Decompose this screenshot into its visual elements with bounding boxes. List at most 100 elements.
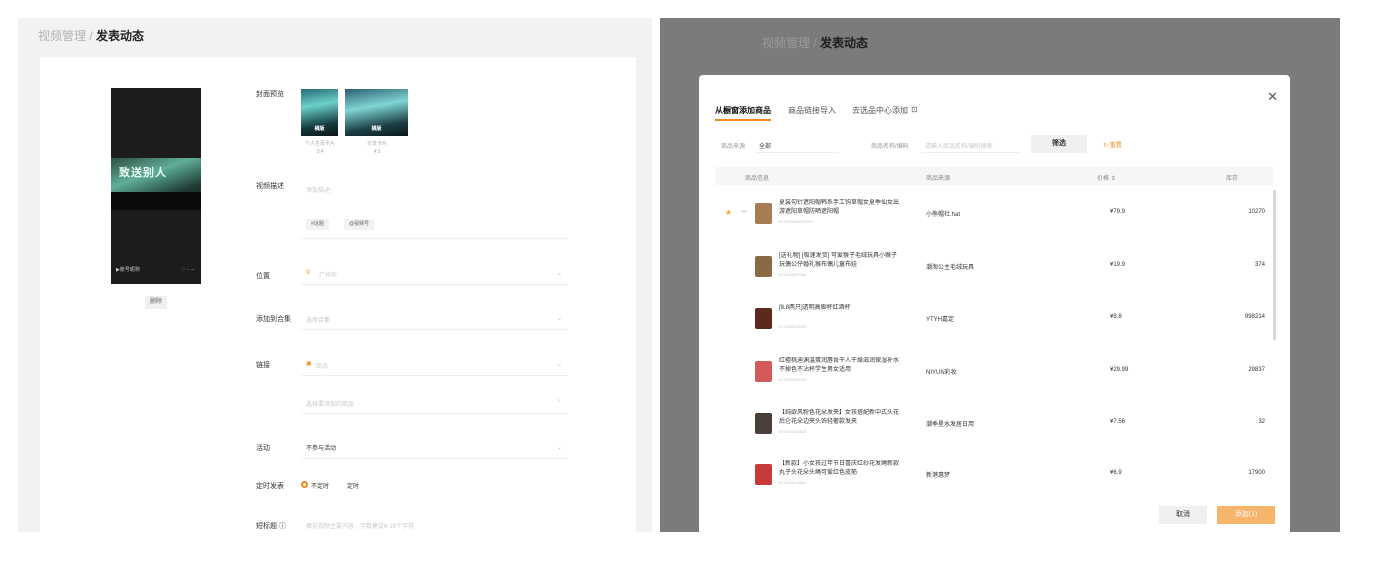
delete-video-button[interactable]: 删除 bbox=[145, 296, 167, 309]
product-thumb bbox=[755, 361, 772, 382]
radio-scheduled-label[interactable]: 定时 bbox=[347, 481, 359, 490]
collection-select[interactable]: 选择合集 ⌄ bbox=[302, 307, 568, 329]
bag-icon: ▣ bbox=[306, 361, 312, 367]
product-id: ID:1000018409 bbox=[779, 324, 807, 329]
product-name: 【纯欲风粉色花朵发夹】女孩搭配新中式头花后仑花朵边夹头饰轻奢款发夹 bbox=[779, 410, 899, 425]
product-picker-overlay: 视频管理 / 发表动态 ✕ 从橱窗添加商品 商品链接导入 去选品中心添加 ⊡ 商… bbox=[660, 18, 1340, 532]
product-thumb bbox=[755, 308, 772, 329]
cover-label: 封面预览 bbox=[256, 91, 284, 98]
desc-placeholder: 添加描述 bbox=[306, 188, 331, 194]
mention-button[interactable]: @视频号 bbox=[344, 219, 375, 230]
breadcrumb-current: 发表动态 bbox=[96, 29, 145, 43]
table-scrollbar[interactable] bbox=[1273, 190, 1276, 340]
tab-link-import[interactable]: 商品链接导入 bbox=[788, 105, 836, 116]
add-product-modal: ✕ 从橱窗添加商品 商品链接导入 去选品中心添加 ⊡ 商品来源 全部 商品名称/… bbox=[699, 75, 1290, 532]
location-pin-icon: ⚲ bbox=[306, 270, 311, 276]
table-row[interactable]: [8.8两只]透明高脚杯红酒杯 ID:1000018409 YTYH嘉定 ¥8.… bbox=[715, 296, 1273, 344]
video-account-label: ▶账号昵称 bbox=[116, 267, 140, 273]
cover-thumb-portrait[interactable]: 横版 bbox=[301, 89, 338, 136]
close-icon[interactable]: ✕ bbox=[1267, 89, 1278, 105]
short-title-text: 短标题 bbox=[256, 523, 277, 530]
activity-select[interactable]: 不参与活动 ⌄ bbox=[302, 436, 568, 458]
reset-button[interactable]: ↻ 重置 bbox=[1103, 140, 1122, 149]
desc-textarea[interactable]: 添加描述 #话题 @视频号 bbox=[302, 177, 568, 239]
filter-button[interactable]: 筛选 bbox=[1031, 135, 1087, 153]
cover-tag: 横版 bbox=[371, 126, 382, 132]
cover-ratio: 4:3 bbox=[373, 149, 381, 155]
source-filter-value: 全部 bbox=[759, 144, 772, 150]
table-row[interactable]: 红檀桃迪渊温蛋润唇膏干人干燥滋润保湿补水不掉色不沾杯学生男女适用 ID:1000… bbox=[715, 349, 1273, 397]
product-select[interactable]: 选择要添加的商品 › bbox=[302, 391, 568, 413]
chevron-down-icon: ⌄ bbox=[556, 271, 562, 277]
col-stock: 库存 bbox=[1226, 176, 1239, 182]
product-price: ¥7.56 bbox=[1110, 419, 1126, 425]
product-price: ¥6.9 bbox=[1110, 470, 1122, 476]
table-row[interactable]: 【新款】小女孩过年节日喜庆红纱花发绳新款丸子头花朵头绳可爱红色皮筋 ID:100… bbox=[715, 452, 1273, 500]
product-id: ID:1000007083 bbox=[779, 272, 807, 277]
cover-thumb-landscape[interactable]: 横版 bbox=[345, 89, 408, 136]
source-filter-select[interactable]: 全部 bbox=[755, 135, 839, 153]
product-source: NIYUN彩妆 bbox=[926, 370, 957, 376]
radio-not-scheduled-label: 不定时 bbox=[311, 484, 330, 490]
checkbox-indeterminate-icon[interactable]: — bbox=[741, 209, 747, 215]
tab-selection-center[interactable]: 去选品中心添加 bbox=[852, 105, 908, 116]
product-source: 新港惠梦 bbox=[926, 473, 951, 479]
col-product-info: 商品信息 bbox=[745, 176, 770, 182]
product-id: ID:1000028845 bbox=[779, 429, 807, 434]
collection-label: 添加到合集 bbox=[256, 316, 291, 323]
chevron-right-icon: › bbox=[558, 398, 560, 404]
product-stock: 374 bbox=[1254, 262, 1265, 268]
publish-form-card: 致送别人 ▶账号昵称 ♡ ◦ ⋯ 删除 封面预览 横版 横版 个人主页卡片 3:… bbox=[40, 57, 636, 532]
topic-button[interactable]: #话题 bbox=[306, 219, 329, 230]
tab-showcase[interactable]: 从橱窗添加商品 bbox=[715, 105, 771, 116]
link-type-select[interactable]: ▣ 商品 ⌄ bbox=[302, 353, 568, 375]
product-id: ID:1000018884 bbox=[779, 480, 807, 485]
breadcrumb-separator: / bbox=[813, 36, 817, 50]
cancel-button[interactable]: 取消 bbox=[1159, 506, 1207, 524]
short-title-label: 短标题 ⓘ bbox=[256, 521, 286, 531]
breadcrumb-parent: 视频管理 bbox=[762, 36, 811, 50]
product-thumb bbox=[755, 413, 772, 434]
name-filter-placeholder: 请输入商品名称/编码搜索 bbox=[925, 144, 993, 150]
product-placeholder: 选择要添加的商品 bbox=[306, 402, 355, 408]
product-stock: 10270 bbox=[1248, 209, 1265, 215]
product-id: ID:1000014432 bbox=[779, 377, 807, 382]
active-tab-indicator bbox=[715, 119, 771, 121]
product-name: [送礼物] [极速发货] 可爱猴子毛绒玩具小猴子玩偶公仔婚礼猴布偶儿童布娃 bbox=[779, 253, 898, 268]
table-row[interactable]: ★ — 夏装勾针遮阳帽韩系手工钩草帽女夏季仙女出游遮阳草帽防晒遮阳帽 ID:10… bbox=[715, 191, 1273, 239]
add-button[interactable]: 添加(1) bbox=[1217, 506, 1275, 524]
table-row[interactable]: [送礼物] [极速发货] 可爱猴子毛绒玩具小猴子玩偶公仔婚礼猴布偶儿童布娃 ID… bbox=[715, 244, 1273, 292]
short-title-placeholder[interactable]: 概括视频主要内容，字数建议6-16个字符 bbox=[306, 521, 414, 530]
name-filter-label: 商品名称/编码 bbox=[871, 144, 909, 150]
product-price: ¥19.9 bbox=[1110, 262, 1126, 268]
col-price[interactable]: 价格 ⇕ bbox=[1097, 173, 1116, 182]
publish-page: 视频管理 / 发表动态 致送别人 ▶账号昵称 ♡ ◦ ⋯ 删除 封面预览 横版 … bbox=[18, 18, 652, 532]
link-type-value: 商品 bbox=[316, 364, 329, 370]
divider bbox=[302, 284, 568, 285]
radio-not-scheduled[interactable] bbox=[301, 481, 308, 488]
location-label: 位置 bbox=[256, 273, 270, 280]
product-source: 小熊帽社.hat bbox=[926, 212, 961, 218]
desc-label: 视频描述 bbox=[256, 183, 284, 190]
col-source: 商品来源 bbox=[926, 176, 951, 182]
breadcrumb-parent[interactable]: 视频管理 bbox=[38, 29, 86, 43]
col-price-label: 价格 bbox=[1097, 176, 1110, 182]
product-price: ¥8.8 bbox=[1110, 314, 1122, 320]
selected-star-icon: ★ bbox=[725, 208, 733, 217]
location-select[interactable]: ⚲ 广州市 ⌄ bbox=[302, 262, 568, 284]
product-stock: 32 bbox=[1258, 419, 1265, 425]
help-circle-icon[interactable]: ⓘ bbox=[279, 523, 286, 530]
table-row[interactable]: 【纯欲风粉色花朵发夹】女孩搭配新中式头花后仑花朵边夹头饰轻奢款发夹 ID:100… bbox=[715, 401, 1273, 449]
external-link-icon[interactable]: ⊡ bbox=[911, 105, 918, 114]
cover-caption: 个人主页卡片 bbox=[304, 141, 335, 147]
divider bbox=[302, 375, 568, 376]
name-filter-input[interactable]: 请输入商品名称/编码搜索 bbox=[921, 135, 1021, 153]
divider bbox=[302, 413, 568, 414]
chevron-down-icon: ⌄ bbox=[556, 316, 562, 322]
activity-label: 活动 bbox=[256, 445, 270, 452]
product-name: 红檀桃迪渊温蛋润唇膏干人干燥滋润保湿补水不掉色不沾杯学生男女适用 bbox=[779, 358, 899, 373]
breadcrumb: 视频管理 / 发表动态 bbox=[38, 27, 144, 44]
product-name: 【新款】小女孩过年节日喜庆红纱花发绳新款丸子头花朵头绳可爱红色皮筋 bbox=[779, 461, 899, 476]
product-name: [8.8两只]透明高脚杯红酒杯 bbox=[779, 305, 851, 311]
product-thumb bbox=[755, 464, 772, 485]
